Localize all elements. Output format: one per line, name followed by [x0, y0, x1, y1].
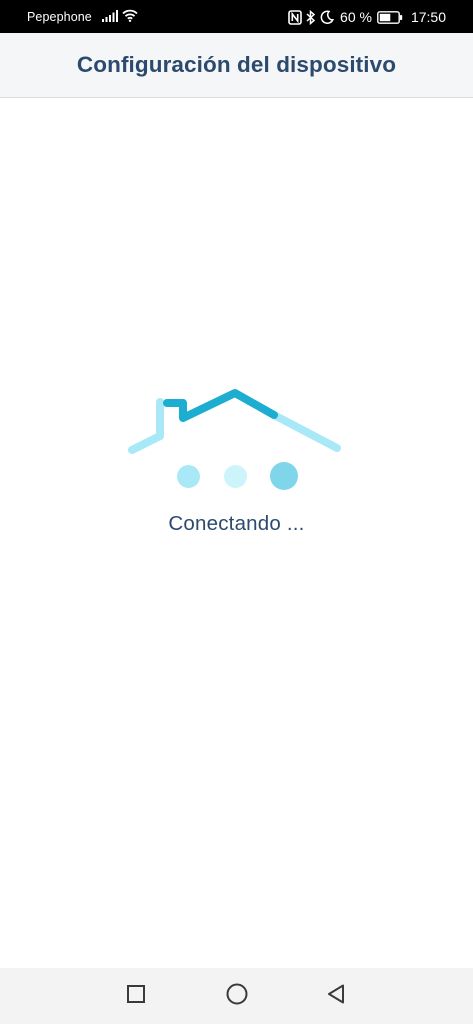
bluetooth-icon — [306, 9, 316, 25]
status-bar-right: 60 % 17:50 — [288, 8, 446, 26]
app-screen: Pepephone 60 % 17:50 Configuración del d… — [0, 0, 473, 1024]
carrier-name: Pepephone — [27, 10, 92, 24]
battery-icon — [377, 10, 403, 24]
navigation-bar — [0, 968, 473, 1024]
loading-dot — [224, 465, 247, 488]
signal-icon — [101, 9, 118, 25]
recents-button[interactable] — [122, 982, 150, 1010]
triangle-back-icon — [326, 983, 348, 1010]
status-bar-left: Pepephone — [27, 9, 138, 25]
wifi-icon — [122, 9, 138, 25]
app-header: Configuración del dispositivo — [0, 33, 473, 98]
clock: 17:50 — [410, 9, 446, 25]
loading-dot — [177, 465, 200, 488]
status-bar: Pepephone 60 % 17:50 — [0, 0, 473, 33]
loading-dots — [0, 462, 473, 490]
battery-percent: 60 % — [340, 9, 372, 25]
back-button[interactable] — [323, 982, 351, 1010]
page-title: Configuración del dispositivo — [76, 52, 397, 77]
house-loader-icon — [127, 385, 347, 457]
loading-dot — [270, 462, 298, 490]
home-button[interactable] — [223, 982, 251, 1010]
square-recents-icon — [126, 984, 146, 1009]
moon-icon — [320, 10, 335, 24]
nfc-icon — [288, 9, 302, 25]
connecting-status-text: Conectando ... — [168, 512, 305, 535]
circle-home-icon — [225, 982, 249, 1011]
